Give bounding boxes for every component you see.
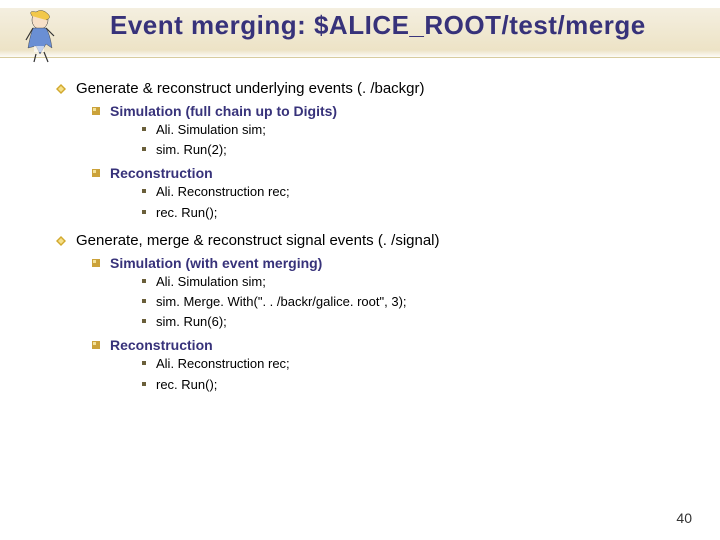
bullet-text: Reconstruction bbox=[110, 165, 213, 181]
dot-bullet-icon bbox=[142, 279, 146, 283]
bullet-text: sim. Merge. With(". . /backr/galice. roo… bbox=[156, 294, 407, 309]
bullet-level2: Simulation (with event merging) bbox=[110, 255, 692, 271]
bullet-text: Ali. Simulation sim; bbox=[156, 122, 266, 137]
dot-bullet-icon bbox=[142, 189, 146, 193]
dot-bullet-icon bbox=[142, 127, 146, 131]
bullet-level3: Ali. Reconstruction rec; bbox=[156, 183, 692, 201]
bullet-text: sim. Run(2); bbox=[156, 142, 227, 157]
dot-bullet-icon bbox=[142, 361, 146, 365]
bullet-text: Reconstruction bbox=[110, 337, 213, 353]
bullet-text: Simulation (full chain up to Digits) bbox=[110, 103, 337, 119]
dot-bullet-icon bbox=[142, 147, 146, 151]
diamond-bullet-icon bbox=[56, 84, 66, 94]
slide-title: Event merging: $ALICE_ROOT/test/merge bbox=[110, 10, 646, 41]
square-bullet-icon bbox=[92, 341, 100, 349]
bullet-level3: sim. Merge. With(". . /backr/galice. roo… bbox=[156, 293, 692, 311]
page-number: 40 bbox=[676, 510, 692, 526]
bullet-level1: Generate & reconstruct underlying events… bbox=[76, 80, 692, 97]
bullet-text: Generate, merge & reconstruct signal eve… bbox=[76, 232, 440, 249]
bullet-level3: rec. Run(); bbox=[156, 204, 692, 222]
bullet-level1: Generate, merge & reconstruct signal eve… bbox=[76, 232, 692, 249]
square-bullet-icon bbox=[92, 169, 100, 177]
bullet-level3: sim. Run(2); bbox=[156, 141, 692, 159]
bullet-text: Generate & reconstruct underlying events… bbox=[76, 80, 425, 97]
bullet-level2: Simulation (full chain up to Digits) bbox=[110, 103, 692, 119]
bullet-text: Ali. Reconstruction rec; bbox=[156, 184, 290, 199]
alice-logo bbox=[18, 6, 64, 64]
bullet-text: Ali. Reconstruction rec; bbox=[156, 356, 290, 371]
bullet-level2: Reconstruction bbox=[110, 337, 692, 353]
square-bullet-icon bbox=[92, 259, 100, 267]
bullet-level2: Reconstruction bbox=[110, 165, 692, 181]
bullet-level3: Ali. Simulation sim; bbox=[156, 273, 692, 291]
diamond-bullet-icon bbox=[56, 236, 66, 246]
bullet-text: sim. Run(6); bbox=[156, 314, 227, 329]
square-bullet-icon bbox=[92, 107, 100, 115]
bullet-level3: rec. Run(); bbox=[156, 376, 692, 394]
title-bar: Event merging: $ALICE_ROOT/test/merge bbox=[0, 0, 720, 58]
bullet-level3: Ali. Simulation sim; bbox=[156, 121, 692, 139]
slide-content: Generate & reconstruct underlying events… bbox=[0, 58, 720, 394]
bullet-text: Simulation (with event merging) bbox=[110, 255, 322, 271]
bullet-text: rec. Run(); bbox=[156, 205, 217, 220]
bullet-level3: Ali. Reconstruction rec; bbox=[156, 355, 692, 373]
dot-bullet-icon bbox=[142, 382, 146, 386]
dot-bullet-icon bbox=[142, 319, 146, 323]
dot-bullet-icon bbox=[142, 210, 146, 214]
dot-bullet-icon bbox=[142, 299, 146, 303]
bullet-text: Ali. Simulation sim; bbox=[156, 274, 266, 289]
bullet-text: rec. Run(); bbox=[156, 377, 217, 392]
bullet-level3: sim. Run(6); bbox=[156, 313, 692, 331]
